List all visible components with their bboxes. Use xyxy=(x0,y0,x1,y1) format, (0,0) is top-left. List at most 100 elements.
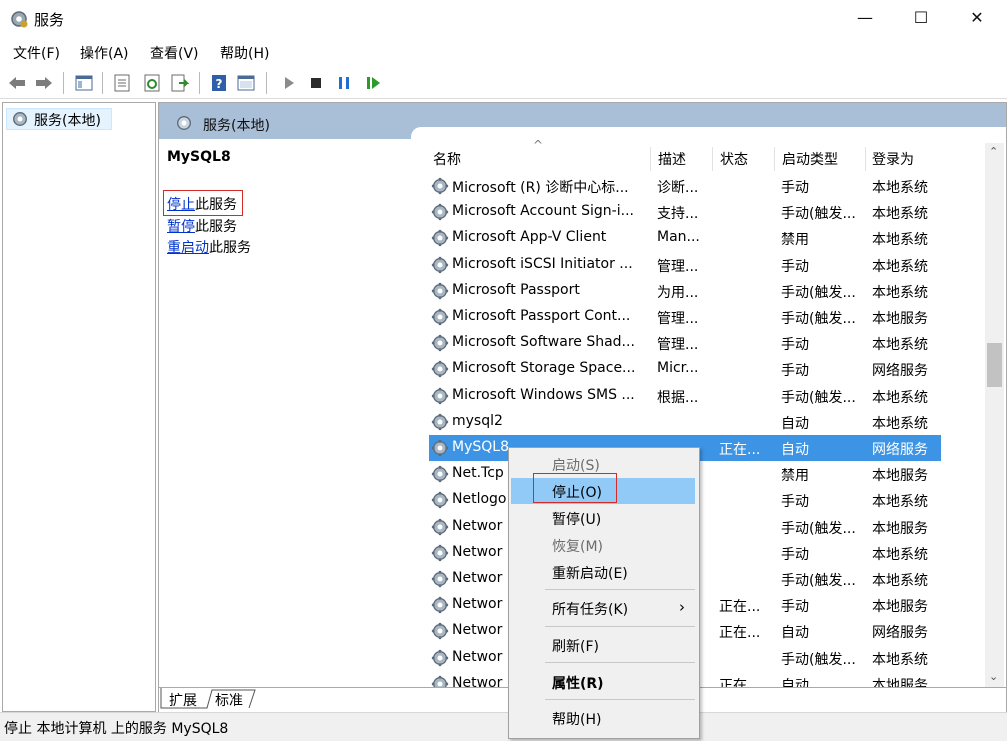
menu-item-refresh[interactable]: 刷新(F) xyxy=(511,632,695,658)
service-name-cell: Microsoft iSCSI Initiator ... xyxy=(452,255,633,272)
service-startup-cell: 自动 xyxy=(781,677,809,687)
service-name-cell: Microsoft Passport xyxy=(452,281,580,298)
title-bar: 服务 — ☐ ✕ xyxy=(0,0,1007,38)
gear-icon xyxy=(431,203,449,221)
table-row[interactable]: Microsoft Passport Cont... 管理... 手动(触发... 本… xyxy=(429,304,941,330)
maximize-button[interactable]: ☐ xyxy=(898,0,944,36)
show-hide-tree-icon[interactable] xyxy=(74,73,94,93)
table-row[interactable]: Microsoft iSCSI Initiator ... 管理... 手动 本地系统 xyxy=(429,252,941,278)
service-description-cell: 管理... xyxy=(657,258,699,275)
service-logon-cell: 本地服务 xyxy=(872,677,928,687)
table-row[interactable]: mysql2 自动 本地系统 xyxy=(429,409,941,435)
service-name-cell: Microsoft Account Sign-i... xyxy=(452,203,634,220)
properties-icon[interactable] xyxy=(112,73,132,93)
table-row[interactable]: Microsoft Account Sign-i... 支持... 手动(触发...… xyxy=(429,199,941,225)
service-description-cell: 管理... xyxy=(657,337,699,354)
menu-item-resume-label: 恢复(M) xyxy=(552,539,604,555)
service-startup-cell: 手动(触发... xyxy=(781,651,856,668)
help-icon[interactable]: ? xyxy=(209,73,229,93)
gear-icon xyxy=(431,596,449,614)
table-row[interactable]: Microsoft Software Shad... 管理... 手动 本地系统 xyxy=(429,330,941,356)
menu-item-help[interactable]: 帮助(H) xyxy=(511,705,695,731)
back-arrow-icon[interactable] xyxy=(7,73,27,93)
table-row[interactable]: Microsoft Passport 为用... 手动(触发... 本地系统 xyxy=(429,278,941,304)
window-title: 服务 xyxy=(34,11,65,29)
svg-text:?: ? xyxy=(216,77,223,91)
close-button[interactable]: ✕ xyxy=(954,0,1000,36)
refresh-icon[interactable] xyxy=(142,73,162,93)
restart-icon[interactable] xyxy=(363,73,383,93)
service-name-cell: Microsoft App-V Client xyxy=(452,229,607,246)
scroll-down-icon[interactable]: ⌄ xyxy=(989,670,998,683)
menu-view[interactable]: 查看(V) xyxy=(150,43,199,63)
service-logon-cell: 本地服务 xyxy=(872,311,928,327)
service-startup-cell: 手动 xyxy=(781,494,809,511)
service-description-cell: 为用... xyxy=(657,284,699,301)
service-logon-cell: 本地系统 xyxy=(872,415,928,432)
menu-item-properties[interactable]: 属性(R) xyxy=(511,669,695,695)
menu-separator xyxy=(545,699,695,700)
gear-icon xyxy=(431,570,449,588)
toolbar-separator xyxy=(266,72,267,94)
scrollbar-thumb[interactable] xyxy=(987,343,1002,387)
service-startup-cell: 手动(触发... xyxy=(781,389,856,406)
menu-item-pause[interactable]: 暂停(U) xyxy=(511,505,695,531)
gear-icon xyxy=(431,282,449,299)
menu-file[interactable]: 文件(F) xyxy=(13,43,60,63)
service-startup-cell: 自动 xyxy=(781,442,809,458)
toolbar-separator xyxy=(63,72,64,94)
tree-item-services-local[interactable]: 服务(本地) xyxy=(6,108,112,130)
service-logon-cell: 本地系统 xyxy=(872,651,928,668)
menu-bar: 文件(F) 操作(A) 查看(V) 帮助(H) xyxy=(0,38,1007,66)
console-tree: 服务(本地) xyxy=(2,102,156,712)
gear-icon xyxy=(431,544,449,561)
service-description-cell: 支持... xyxy=(657,206,699,223)
tab-extended[interactable]: 扩展 xyxy=(169,690,197,712)
stop-icon[interactable] xyxy=(306,73,326,93)
table-row[interactable]: Microsoft App-V Client Man... 禁用 本地系统 xyxy=(429,225,941,251)
gear-icon xyxy=(431,308,449,326)
menu-separator xyxy=(545,662,695,663)
menu-action[interactable]: 操作(A) xyxy=(80,43,129,63)
service-name-cell: Microsoft (R) 诊断中心标... xyxy=(452,180,629,196)
service-logon-cell: 网络服务 xyxy=(872,442,928,458)
service-startup-cell: 自动 xyxy=(781,415,809,432)
minimize-button[interactable]: — xyxy=(842,0,888,36)
service-logon-cell: 本地系统 xyxy=(872,337,928,354)
status-text: 停止 本地计算机 上的服务 MySQL8 xyxy=(4,721,229,737)
menu-help[interactable]: 帮助(H) xyxy=(220,43,269,63)
vertical-scrollbar[interactable]: ⌃ ⌄ xyxy=(985,143,1004,689)
menu-item-refresh-label: 刷新(F) xyxy=(552,639,599,655)
service-startup-cell: 手动 xyxy=(781,258,809,275)
service-name-cell: Microsoft Software Shad... xyxy=(452,334,635,351)
forward-arrow-icon[interactable] xyxy=(34,73,54,93)
table-row[interactable]: Microsoft (R) 诊断中心标... 诊断... 手动 本地系统 xyxy=(429,173,941,199)
tree-item-label: 服务(本地) xyxy=(34,113,101,129)
play-icon[interactable] xyxy=(279,73,299,93)
gear-icon xyxy=(431,465,449,483)
service-startup-cell: 手动 xyxy=(781,337,809,354)
table-row[interactable]: Microsoft Windows SMS ... 根据... 手动(触发... 本地… xyxy=(429,383,941,409)
pause-icon[interactable] xyxy=(334,73,354,93)
close-icon: ✕ xyxy=(970,8,984,27)
service-logon-cell: 本地服务 xyxy=(872,468,928,485)
view-icon[interactable] xyxy=(236,73,256,93)
submenu-arrow-icon: › xyxy=(679,598,685,616)
menu-item-help-label: 帮助(H) xyxy=(552,712,602,728)
service-logon-cell: 本地系统 xyxy=(872,573,928,589)
menu-item-all-tasks[interactable]: 所有任务(K) › xyxy=(511,595,695,621)
gear-icon xyxy=(431,177,449,195)
tab-standard[interactable]: 标准 xyxy=(215,690,243,712)
export-list-icon[interactable] xyxy=(169,73,189,93)
service-description-cell: 管理... xyxy=(657,311,699,327)
table-row[interactable]: Microsoft Storage Space... Micr... 手动 网络服务 xyxy=(429,356,941,382)
service-startup-cell: 手动(触发... xyxy=(781,573,856,589)
service-startup-cell: 自动 xyxy=(781,625,809,642)
gear-icon xyxy=(431,675,449,687)
scroll-up-icon[interactable]: ⌃ xyxy=(989,145,998,158)
gear-icon xyxy=(431,413,449,430)
service-name-cell: Microsoft Passport Cont... xyxy=(452,308,631,324)
menu-item-restart[interactable]: 重新启动(E) xyxy=(511,559,695,585)
menu-item-properties-label: 属性(R) xyxy=(552,676,604,692)
gear-icon xyxy=(431,256,449,273)
